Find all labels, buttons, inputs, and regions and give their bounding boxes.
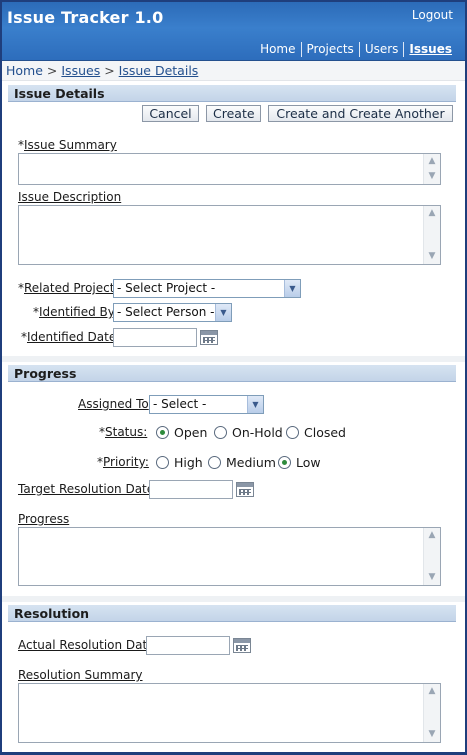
status-closed-radio[interactable] xyxy=(286,426,299,439)
section-divider xyxy=(2,596,465,602)
scroll-down-icon[interactable]: ▼ xyxy=(425,571,439,584)
priority-low-radio[interactable] xyxy=(278,456,291,469)
resolution-summary-field[interactable]: ▲ ▼ xyxy=(18,683,441,743)
scroll-down-icon[interactable]: ▼ xyxy=(425,250,439,263)
section-divider xyxy=(2,356,465,362)
related-project-label: *Related Project xyxy=(18,281,115,295)
priority-medium-radio[interactable] xyxy=(208,456,221,469)
chevron-down-icon[interactable]: ▼ xyxy=(284,280,300,297)
issue-summary-label: *Issue Summary xyxy=(18,138,117,152)
create-and-create-another-button[interactable]: Create and Create Another xyxy=(268,105,453,122)
identified-date-input[interactable] xyxy=(113,328,197,347)
nav-projects[interactable]: Projects xyxy=(300,42,359,57)
identified-by-value: - Select Person - xyxy=(117,305,215,319)
scrollbar[interactable]: ▲ ▼ xyxy=(423,684,440,742)
chevron-down-icon[interactable]: ▼ xyxy=(247,396,263,413)
progress-field[interactable]: ▲ ▼ xyxy=(18,527,441,586)
identified-by-select[interactable]: - Select Person - ▼ xyxy=(113,303,232,322)
priority-low-label: Low xyxy=(296,455,321,470)
actual-resolution-date-label: Actual Resolution Date xyxy=(18,638,155,652)
actual-resolution-date-input[interactable] xyxy=(146,636,230,655)
logout-link[interactable]: Logout xyxy=(412,8,453,22)
status-closed-label: Closed xyxy=(304,425,346,440)
scrollbar[interactable]: ▲ ▼ xyxy=(423,154,440,184)
issue-summary-field[interactable]: ▲ ▼ xyxy=(18,153,441,185)
section-issue-details-heading: Issue Details xyxy=(8,84,456,102)
breadcrumb-home[interactable]: Home xyxy=(6,63,43,78)
status-label: *Status: xyxy=(99,425,148,439)
nav-issues[interactable]: Issues xyxy=(403,42,457,57)
scroll-down-icon[interactable]: ▼ xyxy=(425,728,439,741)
target-resolution-date-input[interactable] xyxy=(149,480,233,499)
scroll-up-icon[interactable]: ▲ xyxy=(425,207,439,220)
nav-home[interactable]: Home xyxy=(255,42,300,57)
priority-medium-label: Medium xyxy=(226,455,276,470)
status-on-hold-radio[interactable] xyxy=(214,426,227,439)
calendar-icon[interactable] xyxy=(200,330,218,345)
identified-by-label: *Identified By xyxy=(33,305,115,319)
create-button[interactable]: Create xyxy=(206,105,261,122)
assigned-to-label: Assigned To xyxy=(78,397,149,411)
scroll-up-icon[interactable]: ▲ xyxy=(425,529,439,542)
related-project-value: - Select Project - xyxy=(117,281,216,295)
breadcrumb-separator: > xyxy=(104,63,115,78)
issue-description-field[interactable]: ▲ ▼ xyxy=(18,205,441,265)
calendar-icon[interactable] xyxy=(233,638,251,653)
scroll-up-icon[interactable]: ▲ xyxy=(425,155,439,168)
status-open-label: Open xyxy=(174,425,208,440)
top-nav: Home Projects Users Issues xyxy=(255,42,457,57)
nav-users[interactable]: Users xyxy=(358,42,404,57)
progress-label: Progress xyxy=(18,512,70,526)
breadcrumb-issues[interactable]: Issues xyxy=(61,63,100,78)
cancel-button[interactable]: Cancel xyxy=(142,105,199,122)
assigned-to-select[interactable]: - Select - ▼ xyxy=(149,395,264,414)
scroll-down-icon[interactable]: ▼ xyxy=(425,170,439,183)
resolution-summary-label: Resolution Summary xyxy=(18,668,143,682)
priority-label: *Priority: xyxy=(97,455,149,469)
assigned-to-value: - Select - xyxy=(153,397,207,411)
calendar-icon[interactable] xyxy=(236,482,254,497)
app-title: Issue Tracker 1.0 xyxy=(7,8,164,27)
chevron-down-icon[interactable]: ▼ xyxy=(215,304,231,321)
section-resolution-heading: Resolution xyxy=(8,604,456,622)
identified-date-label: *Identified Date xyxy=(21,330,117,344)
section-progress-heading: Progress xyxy=(8,364,456,382)
scrollbar[interactable]: ▲ ▼ xyxy=(423,206,440,264)
breadcrumb: Home > Issues > Issue Details xyxy=(2,61,465,81)
issue-description-label: Issue Description xyxy=(18,190,122,204)
status-open-radio[interactable] xyxy=(156,426,169,439)
target-resolution-date-label: Target Resolution Date xyxy=(18,482,155,496)
scrollbar[interactable]: ▲ ▼ xyxy=(423,528,440,585)
status-on-hold-label: On-Hold xyxy=(232,425,283,440)
priority-high-radio[interactable] xyxy=(156,456,169,469)
scroll-up-icon[interactable]: ▲ xyxy=(425,685,439,698)
related-project-select[interactable]: - Select Project - ▼ xyxy=(113,279,301,298)
breadcrumb-current: Issue Details xyxy=(118,63,199,78)
priority-high-label: High xyxy=(174,455,203,470)
app-header: Issue Tracker 1.0 Logout Home Projects U… xyxy=(2,2,465,61)
breadcrumb-separator: > xyxy=(46,63,58,78)
